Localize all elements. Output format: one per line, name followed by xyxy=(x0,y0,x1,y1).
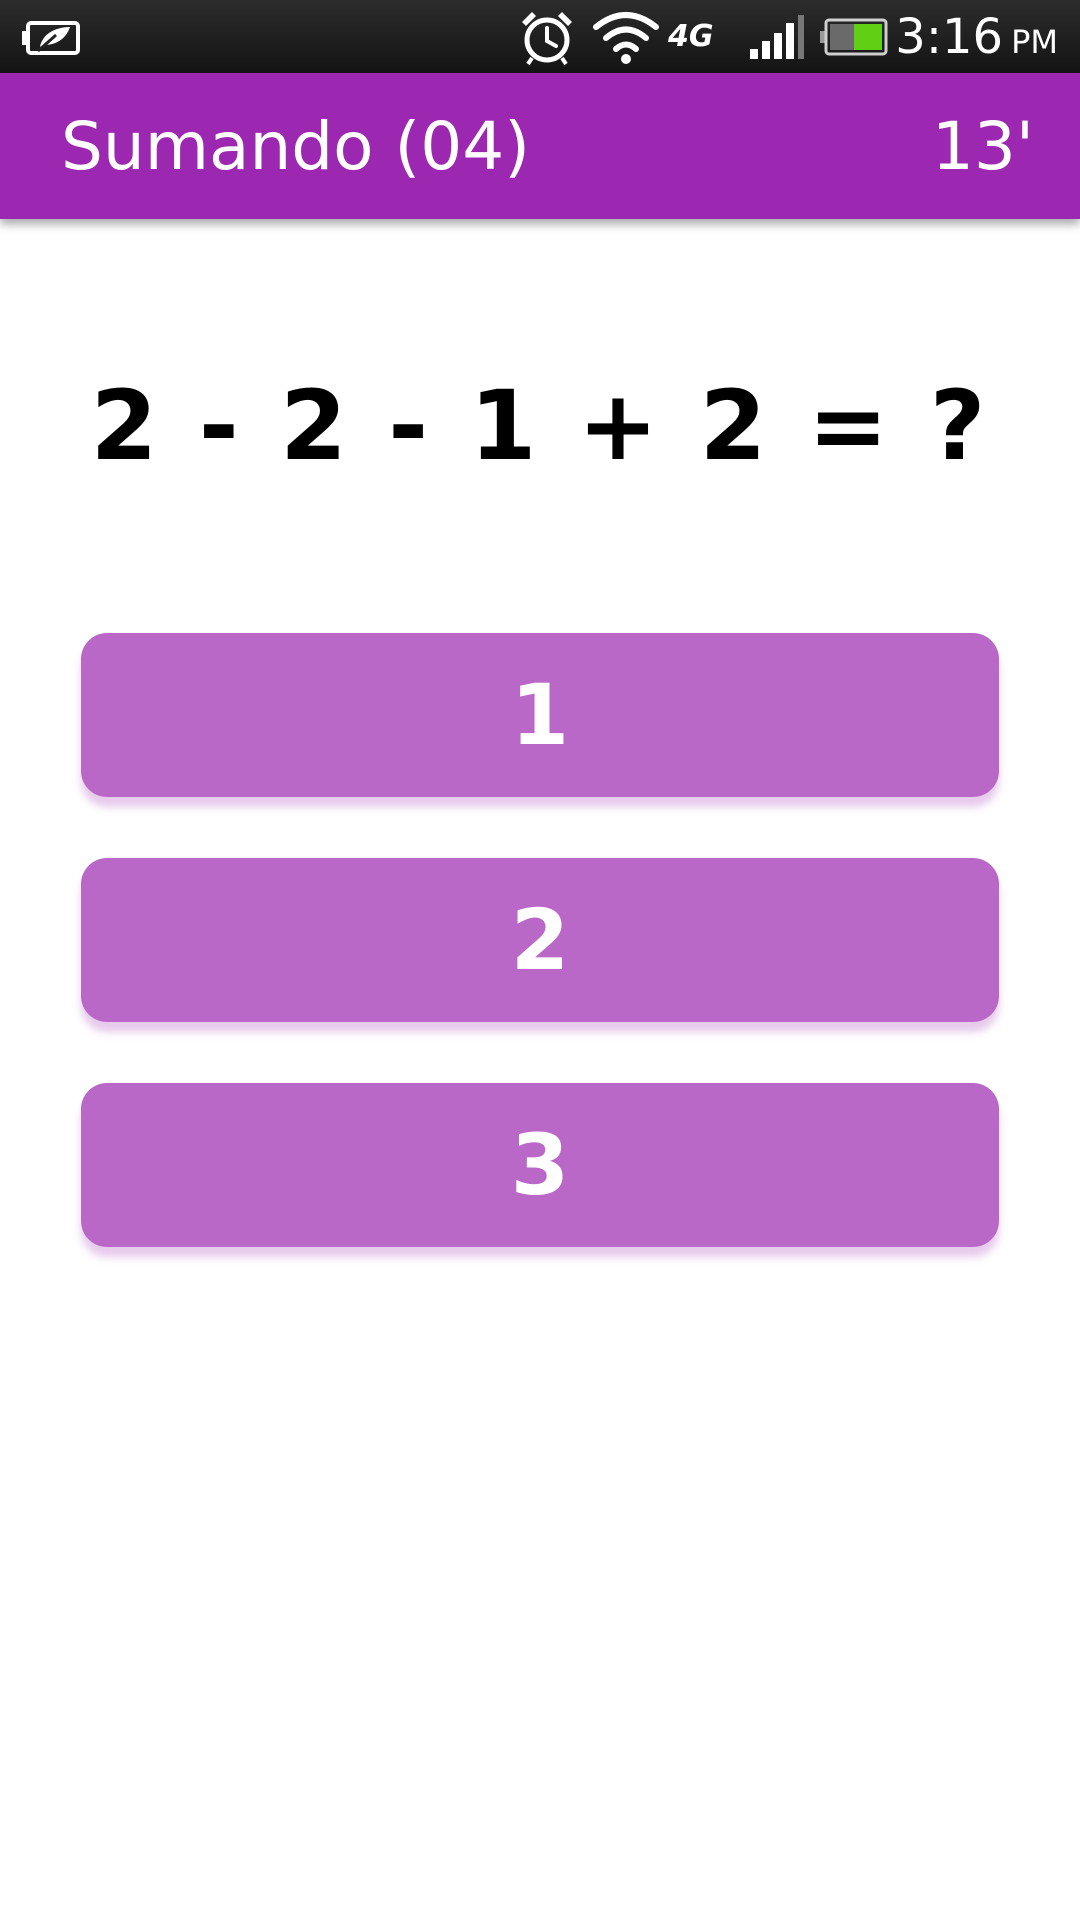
status-clock: 3:16 PM xyxy=(895,0,1058,73)
math-question: 2 - 2 - 1 + 2 = ? xyxy=(90,370,990,482)
answer-label: 2 xyxy=(510,891,570,989)
alarm-icon xyxy=(518,0,576,73)
battery-icon xyxy=(820,0,888,73)
clock-time: 3:16 xyxy=(895,8,1004,65)
answer-button-2[interactable]: 2 xyxy=(81,858,999,1022)
answer-button-3[interactable]: 3 xyxy=(81,1083,999,1247)
power-saver-icon xyxy=(22,0,84,73)
network-4g-icon: 4G xyxy=(668,0,714,73)
answer-button-1[interactable]: 1 xyxy=(81,633,999,797)
wifi-icon xyxy=(592,0,660,73)
network-type-label: 4G xyxy=(668,19,714,54)
answer-label: 3 xyxy=(510,1116,570,1214)
status-bar: 4G 3:16 PM xyxy=(0,0,1080,73)
signal-icon xyxy=(748,0,806,73)
countdown-timer: 13' xyxy=(931,107,1034,185)
clock-ampm: PM xyxy=(1011,22,1058,61)
answer-label: 1 xyxy=(510,666,570,764)
page-title: Sumando (04) xyxy=(61,107,531,185)
app-bar: Sumando (04) 13' xyxy=(0,73,1080,219)
